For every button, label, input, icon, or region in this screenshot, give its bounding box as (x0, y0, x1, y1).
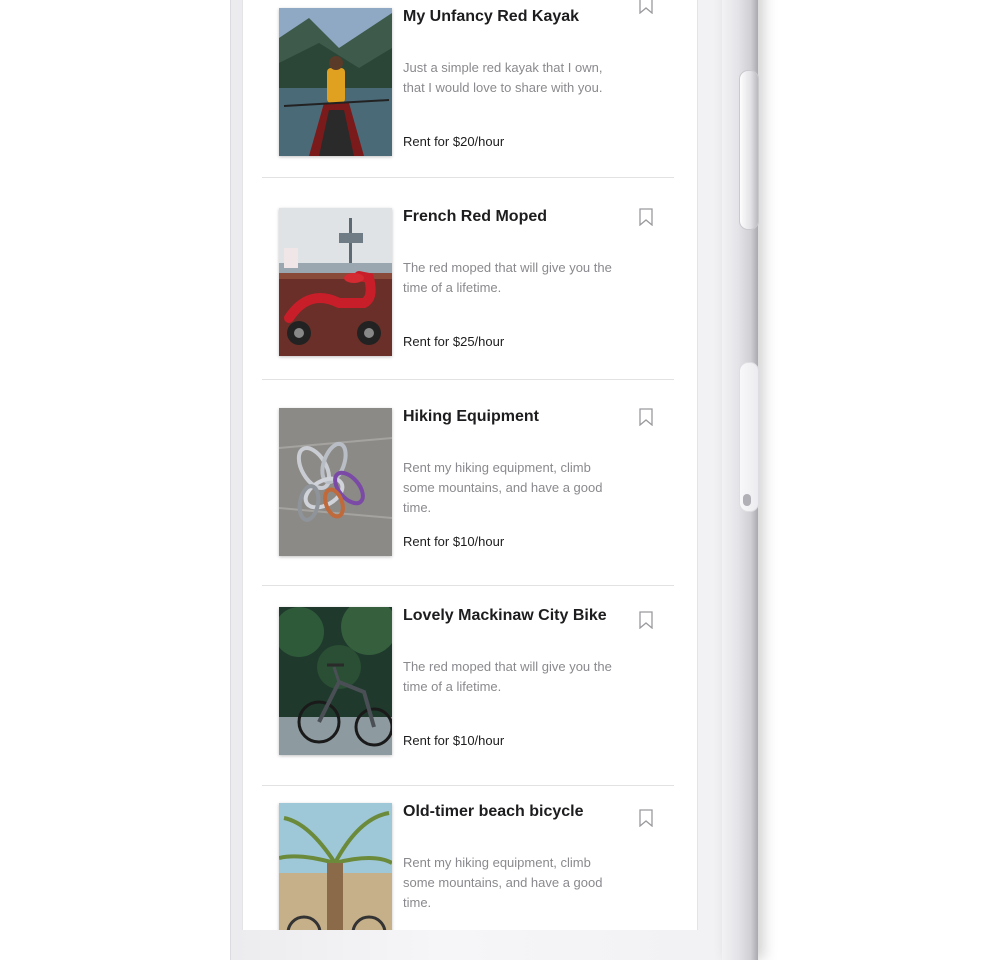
divider (262, 177, 674, 178)
moped-photo (279, 208, 392, 356)
bookmark-icon[interactable] (639, 208, 653, 226)
divider (262, 785, 674, 786)
kayak-photo (279, 8, 392, 156)
volume-button (739, 70, 759, 230)
listing-description: The red moped that will give you the tim… (403, 260, 612, 295)
listing-description: Just a simple red kayak that I own, that… (403, 60, 603, 95)
list-item[interactable]: Hiking Equipment Rent my hiking equipmen… (279, 408, 679, 568)
listing-title[interactable]: Old-timer beach bicycle (403, 803, 623, 821)
listing-description: The red moped that will give you the tim… (403, 659, 612, 694)
listing-price: Rent for $10/hour (403, 534, 505, 549)
listing-title[interactable]: French Red Moped (403, 208, 623, 226)
listing-description: Rent my hiking equipment, climb some mou… (403, 460, 603, 515)
carabiners-photo (279, 408, 392, 556)
list-item[interactable]: Lovely Mackinaw City Bike The red moped … (279, 607, 679, 767)
listing-title[interactable]: My Unfancy Red Kayak (403, 8, 623, 26)
listing-title[interactable]: Hiking Equipment (403, 408, 623, 426)
list-item[interactable]: My Unfancy Red Kayak Just a simple red k… (279, 0, 679, 168)
bookmark-icon[interactable] (639, 611, 653, 629)
bookmark-icon[interactable] (639, 408, 653, 426)
bookmark-icon[interactable] (639, 809, 653, 827)
scrollbar-track[interactable] (739, 362, 759, 512)
bookmark-icon[interactable] (639, 0, 653, 14)
list-item[interactable]: French Red Moped The red moped that will… (279, 208, 679, 368)
list-item[interactable]: Old-timer beach bicycle Rent my hiking e… (279, 803, 679, 930)
divider (262, 379, 674, 380)
listing-title[interactable]: Lovely Mackinaw City Bike (403, 607, 623, 625)
beach-bicycle-photo (279, 803, 392, 930)
divider (262, 585, 674, 586)
listing-price: Rent for $25/hour (403, 334, 505, 349)
listing-description: Rent my hiking equipment, climb some mou… (403, 855, 603, 910)
scroll-indicator[interactable] (743, 494, 751, 506)
listing-price: Rent for $20/hour (403, 134, 505, 149)
bicycle-photo (279, 607, 392, 755)
listings-screen: My Unfancy Red Kayak Just a simple red k… (242, 0, 698, 930)
listing-price: Rent for $10/hour (403, 733, 505, 748)
